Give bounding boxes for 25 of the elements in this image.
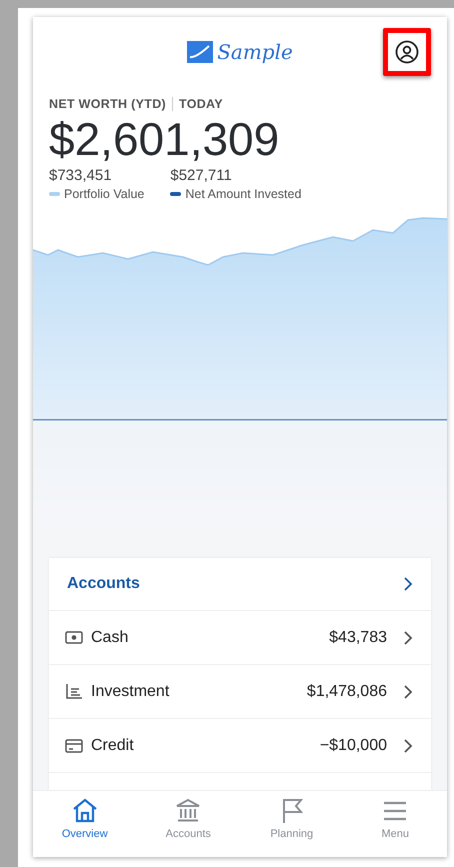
section-title: Accounts — [67, 575, 141, 593]
net-worth-label: NET WORTH (YTD) — [49, 97, 166, 111]
chevron-right-icon — [403, 630, 413, 646]
logo-mark-icon — [187, 41, 214, 63]
chevron-right-icon — [403, 576, 413, 592]
net-worth-total: $2,601,309 — [49, 113, 280, 165]
legend-value: $527,711 — [170, 167, 233, 184]
legend-label: Portfolio Value — [64, 187, 144, 201]
chevron-right-icon — [403, 684, 413, 700]
account-row[interactable]: Credit −$10,000 — [49, 719, 431, 773]
profile-icon — [395, 40, 419, 64]
credit-card-icon — [65, 737, 83, 754]
profile-button[interactable] — [383, 28, 431, 76]
legend-label: Net Amount Invested — [185, 187, 302, 201]
period-label[interactable]: TODAY — [178, 97, 223, 111]
home-icon — [70, 797, 99, 825]
logo-text: Sample — [217, 40, 293, 64]
tab[interactable]: Overview — [33, 791, 136, 857]
legend-value: $733,451 — [49, 167, 113, 184]
account-row[interactable]: Investment $1,478,086 — [49, 665, 431, 719]
account-row[interactable]: Cash $43,783 — [49, 611, 431, 665]
chart-list-icon — [65, 683, 83, 700]
accounts-header[interactable]: Accounts — [49, 558, 431, 611]
cash-icon — [65, 629, 83, 646]
chevron-right-icon — [403, 738, 413, 754]
